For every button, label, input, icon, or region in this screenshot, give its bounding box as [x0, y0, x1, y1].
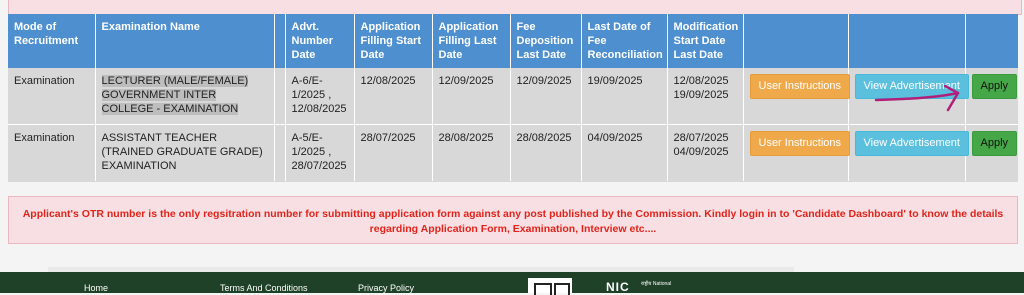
- footer: Home Terms And Conditions Privacy Policy: [0, 272, 1024, 293]
- cell-app-start: 28/07/2025: [354, 124, 433, 181]
- table-row: Examination ASSISTANT TEACHER (TRAINED G…: [8, 124, 1018, 182]
- cell-mode: Examination: [8, 124, 96, 181]
- cell-apply: Apply: [965, 125, 1018, 182]
- header-fee-last: Fee Deposition Last Date: [510, 14, 582, 68]
- cell-advertisement: View Advertisement: [848, 68, 969, 125]
- table-row: Examination LECTURER (MALE/FEMALE) GOVER…: [8, 68, 1018, 125]
- cell-modification: 28/07/2025 04/09/2025: [667, 124, 744, 181]
- nic-logo: NIC राष्ट्रीय National: [606, 280, 686, 294]
- cell-modification: 12/08/2025 19/09/2025: [667, 68, 744, 125]
- cell-advertisement: View Advertisement: [848, 124, 969, 181]
- otr-notice: Applicant's OTR number is the only regsi…: [8, 196, 1018, 244]
- cell-fee-recon: 19/09/2025: [581, 68, 668, 125]
- cell-fee-last: 12/09/2025: [510, 68, 582, 125]
- cell-mode: Examination: [8, 68, 96, 125]
- mod-start-date: 12/08/2025: [673, 75, 729, 87]
- cell-fee-last: 28/08/2025: [510, 124, 582, 181]
- cell-advt: A-5/E-1/2025 , 28/07/2025: [285, 124, 355, 181]
- header-application-last: Application Filling Last Date: [432, 14, 511, 68]
- cell-exam-name: ASSISTANT TEACHER (TRAINED GRADUATE GRAD…: [95, 124, 275, 181]
- mod-last-date: 19/09/2025: [673, 89, 729, 101]
- header-advt-number-date: Advt. Number Date: [285, 14, 355, 68]
- cell-app-last: 28/08/2025: [432, 124, 511, 181]
- footer-link-home[interactable]: Home: [84, 283, 108, 293]
- header-application-start: Application Filling Start Date: [354, 14, 433, 68]
- recruitment-table-container: Mode of Recruitment Examination Name Adv…: [8, 14, 1018, 182]
- header-spacer: [274, 14, 286, 68]
- cell-apply: Apply: [965, 68, 1018, 125]
- cell-exam-name: LECTURER (MALE/FEMALE) GOVERNMENT INTER …: [95, 68, 275, 125]
- exam-name-text: LECTURER (MALE/FEMALE) GOVERNMENT INTER …: [101, 75, 249, 115]
- cell-instructions: User Instructions: [743, 124, 851, 181]
- mod-start-date: 28/07/2025: [673, 132, 729, 144]
- header-modification-dates: Modification Start Date Last Date: [667, 14, 744, 68]
- header-fee-reconciliation: Last Date of Fee Reconciliation: [581, 14, 668, 68]
- top-alert-strip: [8, 0, 1022, 15]
- cell-app-start: 12/08/2025: [354, 68, 433, 125]
- nic-logo-text: NIC: [606, 280, 630, 294]
- footer-link-terms[interactable]: Terms And Conditions: [220, 283, 308, 293]
- cell-instructions: User Instructions: [743, 68, 851, 125]
- qr-code-icon: [528, 278, 572, 295]
- recruitment-table: Mode of Recruitment Examination Name Adv…: [8, 14, 1018, 181]
- apply-button[interactable]: Apply: [971, 131, 1018, 156]
- mod-last-date: 04/09/2025: [673, 146, 729, 158]
- cell-spacer: [274, 68, 286, 125]
- header-actions-1: [743, 14, 849, 68]
- view-advertisement-button[interactable]: View Advertisement: [854, 74, 969, 99]
- header-actions-3: [965, 14, 1018, 68]
- header-mode-of-recruitment: Mode of Recruitment: [8, 14, 96, 68]
- cell-fee-recon: 04/09/2025: [581, 124, 668, 181]
- user-instructions-button[interactable]: User Instructions: [749, 131, 851, 156]
- header-actions-2: [848, 14, 966, 68]
- footer-link-privacy[interactable]: Privacy Policy: [358, 283, 414, 293]
- nic-logo-small: राष्ट्रीय National: [641, 281, 672, 287]
- view-advertisement-button[interactable]: View Advertisement: [854, 131, 969, 156]
- cell-advt: A-6/E-1/2025 , 12/08/2025: [285, 68, 355, 125]
- cell-app-last: 12/09/2025: [432, 68, 511, 125]
- cell-spacer: [274, 124, 286, 181]
- apply-button[interactable]: Apply: [971, 74, 1018, 99]
- user-instructions-button[interactable]: User Instructions: [749, 74, 851, 99]
- header-examination-name: Examination Name: [95, 14, 275, 68]
- table-header-row: Mode of Recruitment Examination Name Adv…: [8, 14, 1018, 68]
